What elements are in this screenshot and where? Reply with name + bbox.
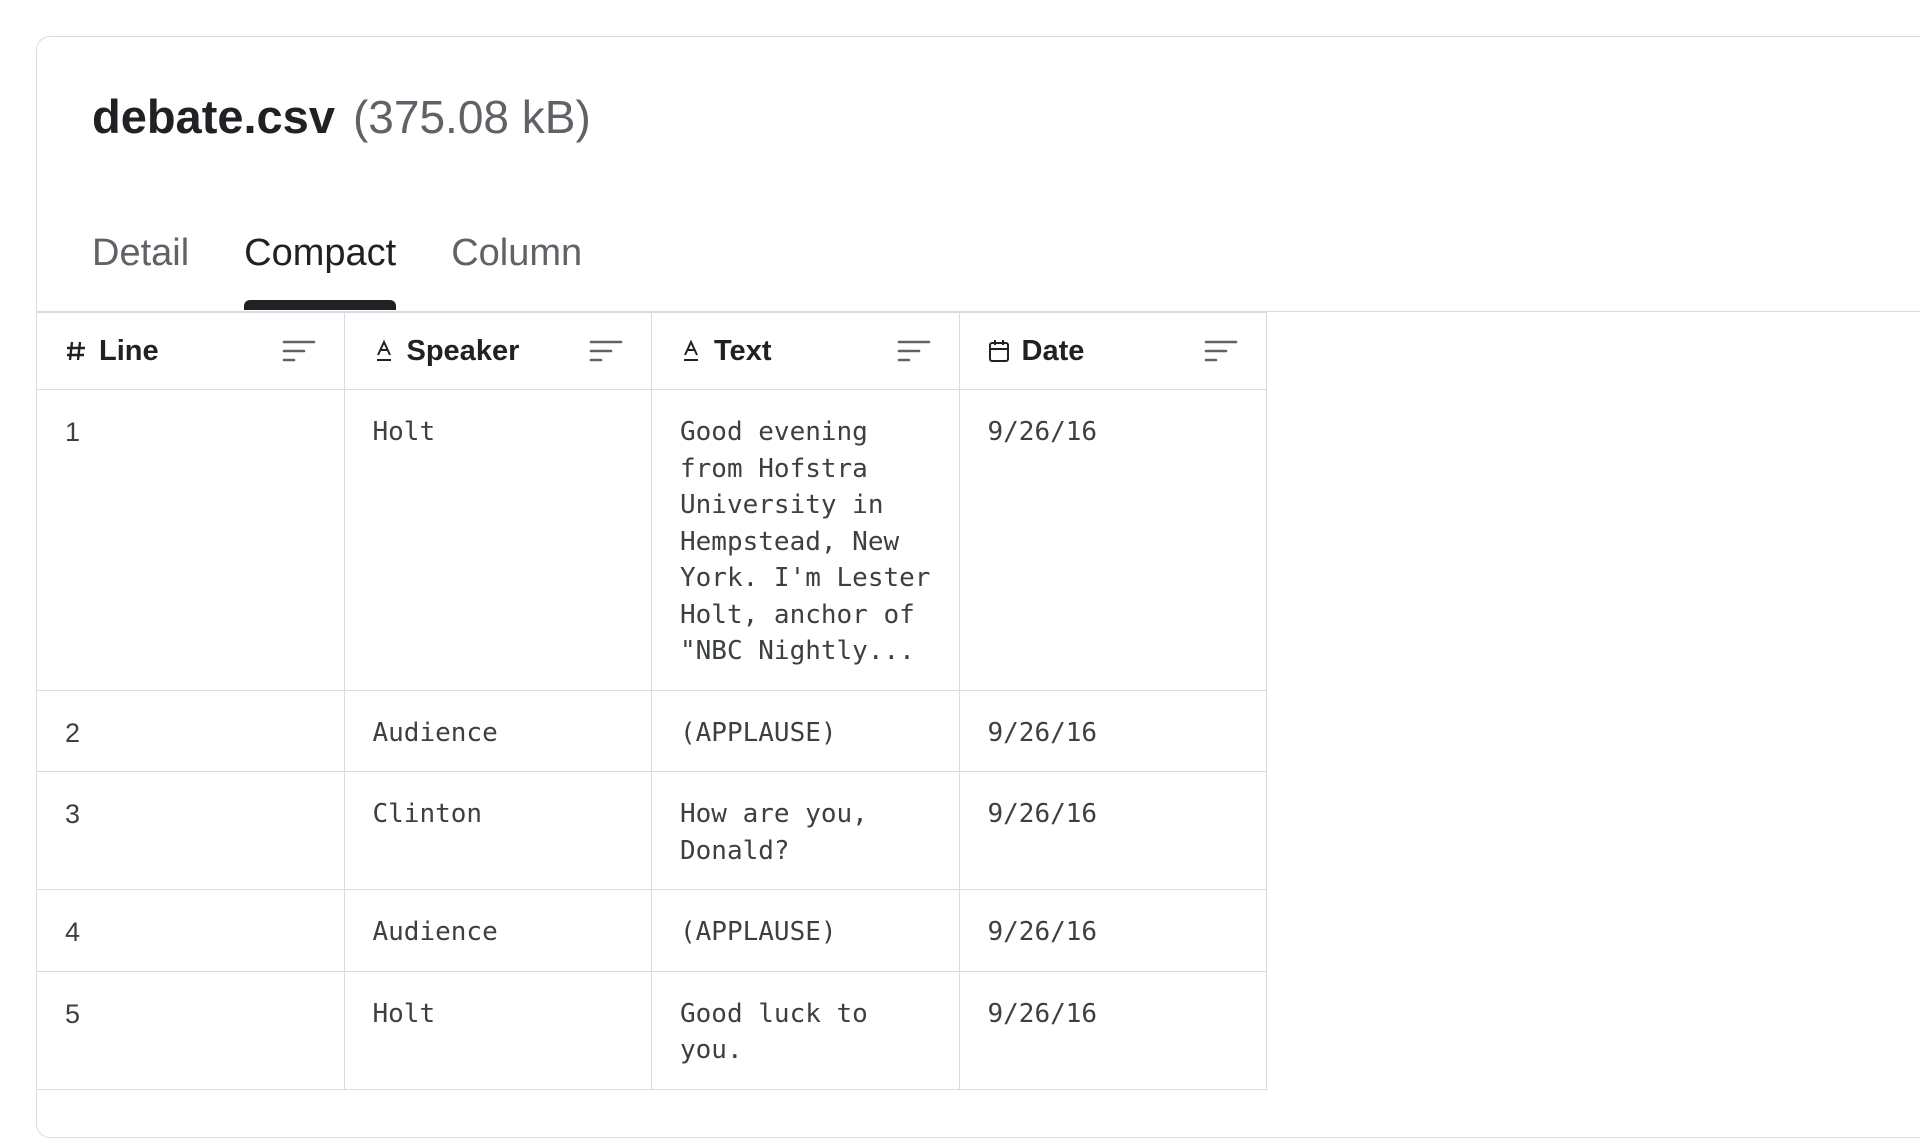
cell-text: (APPLAUSE) [651,889,960,972]
column-header-line: Line [37,312,345,390]
table-row: 3 Clinton How are you, Donald? 9/26/16 [37,771,1267,890]
cell-date: 9/26/16 [958,771,1267,890]
column-label: Line [99,334,159,367]
cell-line: 1 [37,389,345,691]
cell-line: 5 [37,970,345,1090]
cell-text: Good evening from Hofstra University in … [651,389,960,691]
tab-detail[interactable]: Detail [92,232,189,297]
cell-speaker: Clinton [343,771,652,890]
table-row: 5 Holt Good luck to you. 9/26/16 [37,970,1267,1090]
sort-icon[interactable] [282,338,316,364]
cell-speaker: Holt [343,389,652,691]
column-header-date: Date [958,312,1267,390]
column-header-text: Text [651,312,960,390]
column-label: Text [714,334,772,367]
cell-text: How are you, Donald? [651,771,960,890]
column-label: Speaker [406,334,520,367]
text-type-icon [680,338,702,364]
hash-icon [65,338,87,364]
cell-line: 3 [37,771,345,890]
file-preview-card: debate.csv (375.08 kB) Detail Compact Co… [36,36,1920,1138]
tab-compact[interactable]: Compact [244,232,397,310]
cell-speaker: Audience [343,689,652,772]
cell-date: 9/26/16 [958,389,1267,691]
data-table: Line Speaker Text Date 1 Holt Good eveni… [37,312,1267,1090]
cell-text: (APPLAUSE) [651,689,960,772]
calendar-icon [988,338,1010,364]
cell-line: 2 [37,689,345,772]
file-name: debate.csv [92,90,335,143]
table-row: 2 Audience (APPLAUSE) 9/26/16 [37,689,1267,772]
cell-line: 4 [37,889,345,972]
column-header-speaker: Speaker [343,312,652,390]
cell-date: 9/26/16 [958,689,1267,772]
sort-icon[interactable] [897,338,931,364]
table-header-row: Line Speaker Text Date [37,312,1267,390]
column-label: Date [1021,334,1085,367]
cell-date: 9/26/16 [958,889,1267,972]
sort-icon[interactable] [589,338,623,364]
file-header: debate.csv (375.08 kB) [92,89,591,144]
tab-column[interactable]: Column [451,232,582,297]
cell-speaker: Audience [343,889,652,972]
file-size: (375.08 kB) [352,91,591,143]
text-type-icon [373,338,395,364]
sort-icon[interactable] [1204,338,1238,364]
cell-speaker: Holt [343,970,652,1090]
cell-text: Good luck to you. [651,970,960,1090]
view-tabs: Detail Compact Column [92,232,582,310]
table-row: 1 Holt Good evening from Hofstra Univers… [37,389,1267,691]
table-row: 4 Audience (APPLAUSE) 9/26/16 [37,889,1267,972]
cell-date: 9/26/16 [958,970,1267,1090]
